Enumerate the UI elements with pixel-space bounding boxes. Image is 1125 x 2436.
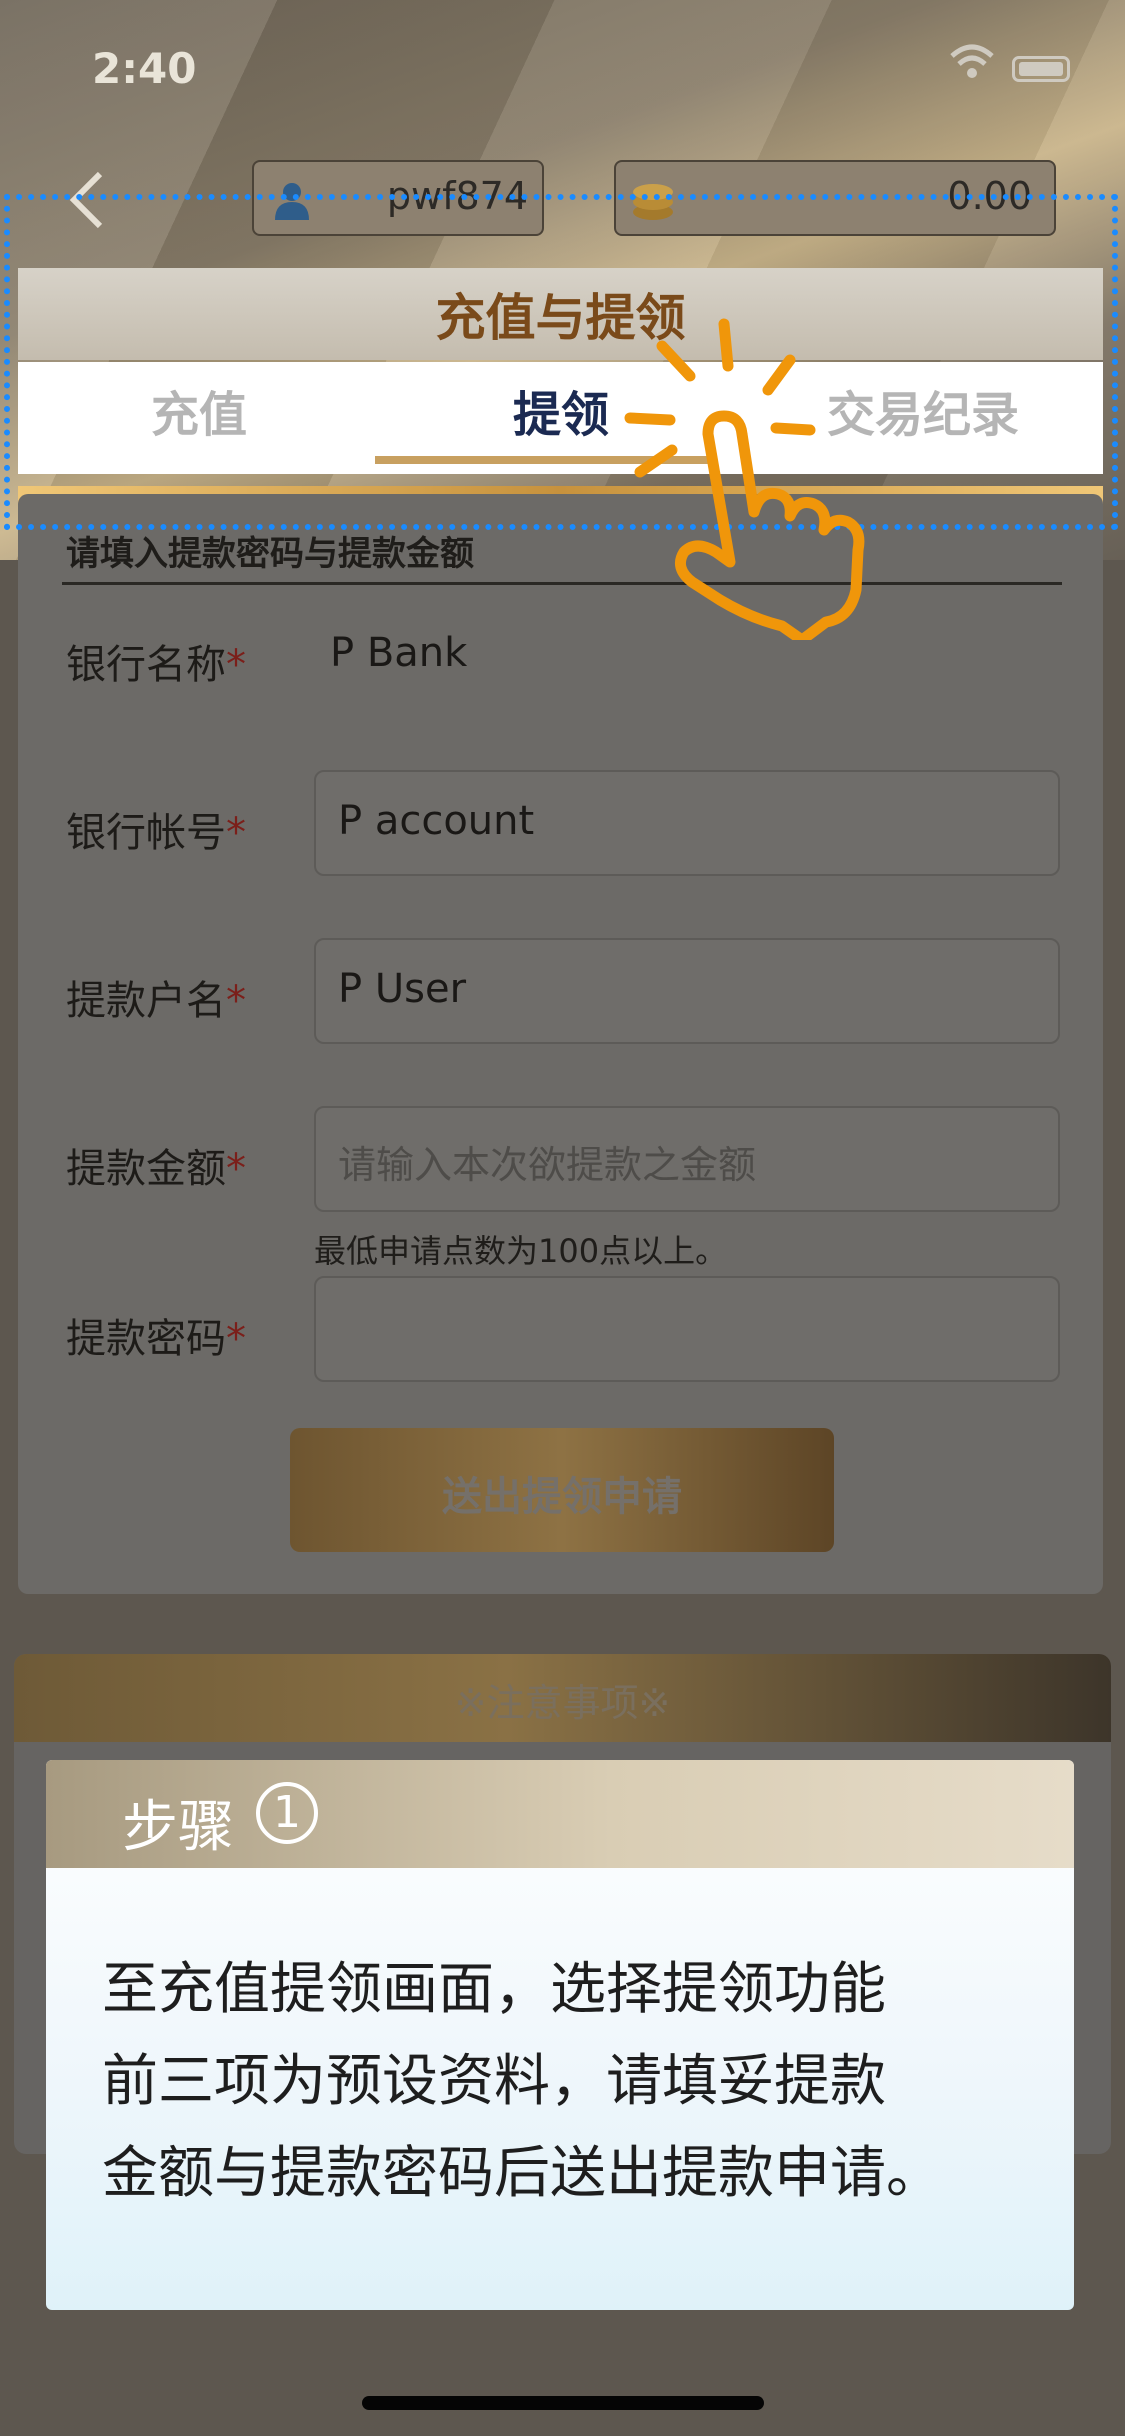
account-holder-value: P User [338, 966, 467, 1012]
step-header: 步骤 1 [46, 1760, 1074, 1868]
bank-name-value: P Bank [330, 630, 468, 676]
required-mark: * [226, 1316, 246, 1362]
hand-pointer-icon [624, 318, 865, 640]
home-indicator[interactable] [362, 2396, 764, 2410]
required-mark: * [226, 810, 246, 856]
status-time: 2:40 [92, 44, 197, 93]
tutorial-highlight [4, 194, 1118, 530]
bank-account-value: P account [338, 798, 535, 844]
step-title: 步骤 [122, 1795, 234, 1860]
withdraw-amount-input[interactable]: 请输入本次欲提款之金额 [314, 1106, 1060, 1212]
bank-account-label: 银行帐号* [66, 800, 246, 858]
required-mark: * [226, 1146, 246, 1192]
submit-label: 送出提领申请 [442, 1474, 682, 1520]
bank-account-field[interactable]: P account [314, 770, 1060, 876]
required-mark: * [226, 978, 246, 1024]
account-holder-label-text: 提款户名 [66, 978, 226, 1024]
required-mark: * [226, 642, 246, 688]
withdraw-password-label: 提款密码* [66, 1306, 246, 1364]
bank-account-label-text: 银行帐号 [66, 810, 226, 856]
account-holder-label: 提款户名* [66, 968, 246, 1026]
withdraw-amount-label-text: 提款金额 [66, 1146, 226, 1192]
withdraw-amount-placeholder: 请输入本次欲提款之金额 [338, 1143, 757, 1187]
submit-withdraw-button[interactable]: 送出提领申请 [290, 1428, 834, 1552]
withdraw-password-input[interactable] [314, 1276, 1060, 1382]
bank-name-label-text: 银行名称 [66, 642, 226, 688]
step-text-line-2: 前三项为预设资料，请填妥提款 [102, 2049, 886, 2114]
step-number: 1 [256, 1782, 318, 1844]
withdraw-amount-label: 提款金额* [66, 1136, 246, 1194]
step-text-line-1: 至充值提领画面，选择提领功能 [102, 1957, 886, 2022]
withdraw-password-label-text: 提款密码 [66, 1316, 226, 1362]
form-instruction: 请填入提款密码与提款金额 [66, 534, 474, 574]
notice-title: ※注意事项※ [454, 1681, 671, 1725]
battery-icon [1012, 56, 1070, 82]
step-text-line-3: 金额与提款密码后送出提款申请。 [102, 2141, 942, 2206]
wifi-icon [950, 44, 994, 78]
step-popup: 步骤 1 至充值提领画面，选择提领功能 前三项为预设资料，请填妥提款 金额与提款… [46, 1760, 1074, 2310]
amount-hint: 最低申请点数为100点以上。 [314, 1232, 728, 1270]
bank-name-label: 银行名称* [66, 632, 246, 690]
account-holder-field[interactable]: P User [314, 938, 1060, 1044]
